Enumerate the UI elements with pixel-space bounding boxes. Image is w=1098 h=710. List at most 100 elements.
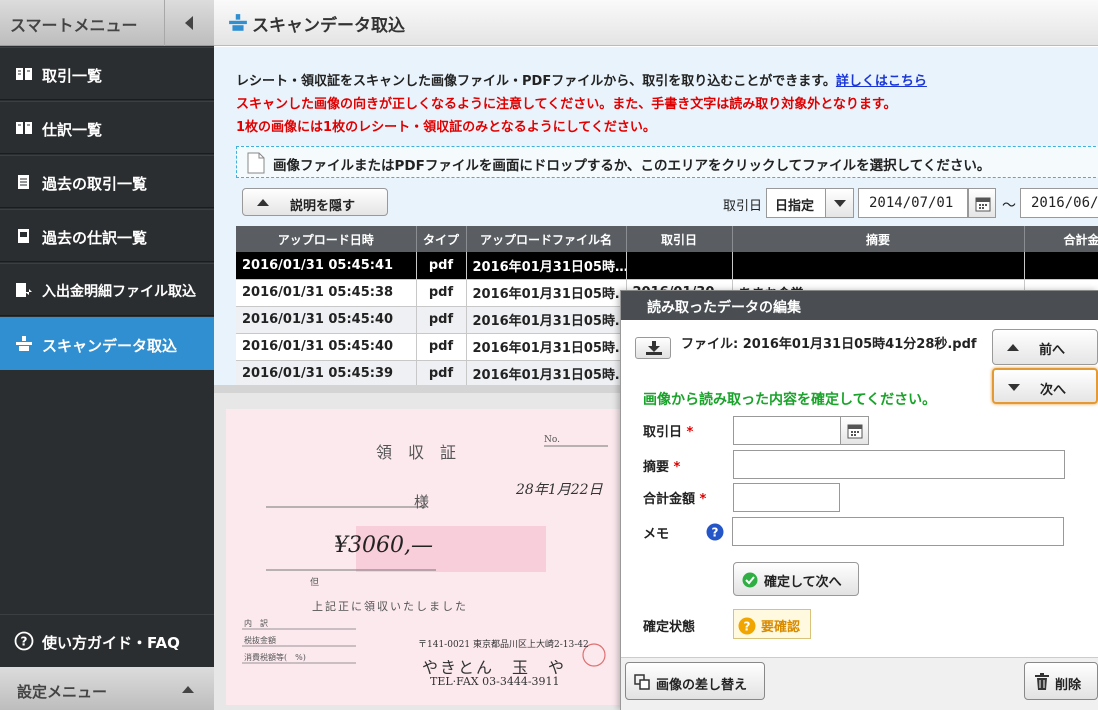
sidebar-item-transactions[interactable]: 取引一覧 [0,47,214,100]
file-icon [247,152,265,174]
download-button[interactable] [635,337,671,359]
date-from-calendar-button[interactable] [968,188,996,218]
table-header-row: アップロード日時 タイプ アップロードファイル名 取引日 摘要 合計金額 [236,226,1098,252]
chevron-up-icon [257,199,269,206]
replace-image-label: 画像の差し替え [656,678,748,693]
transaction-date-input[interactable] [733,416,841,445]
scanner-icon [16,336,32,351]
svg-text:?: ? [744,620,751,634]
edit-panel-header: 読み取ったデータの編集 [621,291,1098,320]
page-header: スキャンデータ取込 [214,0,1098,46]
receipt-image: 領 収 証 No. 様 28年1月22日 ¥3060,— 但 上記正に領収いたし… [226,409,620,705]
sidebar-guide-link[interactable]: ? 使い方ガイド・FAQ [0,614,214,667]
sidebar-header: スマートメニュー [0,0,214,46]
question-circle-icon: ? [738,617,756,635]
date-mode-value: 日指定 [775,199,815,214]
column-header[interactable]: アップロードファイル名 [466,226,627,252]
column-header[interactable]: 摘要 [732,226,1025,252]
memo-input[interactable] [732,517,1064,546]
column-header[interactable]: 取引日 [626,226,733,252]
edit-panel: 読み取ったデータの編集 ファイル: 2016年01月31日05時41分28秒.p… [620,290,1098,710]
field-label-total: 合計金額 * [643,488,706,507]
status-value: 要確認 [761,620,801,635]
check-circle-icon [742,572,758,588]
chevron-down-icon [1008,384,1020,391]
book-icon [16,68,32,80]
edit-panel-title: 読み取ったデータの編集 [647,300,801,316]
sidebar: スマートメニュー 取引一覧 仕訳一覧 過去の取引一覧 過去の仕訳一覧 入出金明細… [0,0,214,710]
table-cell: pdf [416,333,467,361]
sidebar-item-label: 過去の取引一覧 [42,175,148,193]
date-from-input[interactable]: 2014/07/01 [858,188,968,218]
sidebar-collapse-button[interactable] [164,0,214,46]
chevron-left-icon [185,16,193,30]
confirm-next-button[interactable]: 確定して次へ [733,562,859,596]
column-header[interactable]: タイプ [416,226,467,252]
field-label-memo: メモ [643,527,670,542]
file-name-label: ファイル: 2016年01月31日05時41分28秒.pdf [681,337,977,352]
download-icon [646,341,662,355]
settings-menu-label: 設定メニュー [17,683,108,701]
receipt-proviso: 但 [310,578,320,588]
required-mark: * [686,425,694,440]
receipt-received-text: 上記正に領収いたしました [312,600,468,613]
summary-input[interactable] [733,450,1065,479]
receipt-tax: 消費税額等( %) [244,653,306,662]
scanner-icon [229,14,247,31]
page-title: スキャンデータ取込 [252,16,405,36]
dropzone-text: 画像ファイルまたはPDFファイルを画面にドロップするか、このエリアをクリックして… [273,158,991,174]
date-to-input[interactable]: 2016/06/ [1020,188,1098,218]
svg-text:?: ? [21,635,28,649]
help-circle-icon: ? [14,631,34,651]
details-link[interactable]: 詳しくはこちら [836,74,927,89]
field-label-text: 合計金額 [643,492,696,507]
document-icon [18,229,29,243]
receipt-recipient: 様 [414,493,430,511]
sidebar-item-label: スキャンデータ取込 [42,337,178,355]
receipt-date: 28年1月22日 [516,482,603,498]
table-cell: 2016/01/31 05:45:38 [236,279,417,307]
receipt-tel: TEL·FAX 03-3444-3911 [430,675,560,688]
table-cell [1024,252,1098,280]
replace-image-button[interactable]: 画像の差し替え [625,662,765,700]
image-viewer: 領 収 証 No. 様 28年1月22日 ¥3060,— 但 上記正に領収いたし… [214,385,620,710]
replace-image-icon [634,674,650,690]
table-cell: 2016年01月31日05時… [466,306,627,334]
delete-button[interactable]: 削除 [1024,662,1098,700]
field-label-date: 取引日 * [643,421,693,440]
confirm-message: 画像から読み取った内容を確定してください。 [643,392,937,408]
help-icon[interactable]: ? [706,523,724,541]
file-dropzone[interactable]: 画像ファイルまたはPDFファイルを画面にドロップするか、このエリアをクリックして… [236,146,1098,178]
sidebar-item-bank-import[interactable]: 入出金明細ファイル取込 [0,263,214,316]
table-cell [732,252,1025,280]
sidebar-item-past-journals[interactable]: 過去の仕訳一覧 [0,209,214,262]
column-header[interactable]: アップロード日時 [236,226,417,252]
confirm-next-label: 確定して次へ [764,575,842,590]
sidebar-item-journals[interactable]: 仕訳一覧 [0,101,214,154]
settings-menu-toggle[interactable]: 設定メニュー [0,667,214,710]
transaction-date-calendar-button[interactable] [840,416,869,445]
date-mode-select[interactable]: 日指定 [766,188,854,218]
sidebar-item-past-transactions[interactable]: 過去の取引一覧 [0,155,214,208]
receipt-pretax: 税抜金額 [244,636,276,645]
column-header[interactable]: 合計金額 [1024,226,1098,252]
required-mark: * [699,492,707,507]
hide-description-label: 説明を隠す [290,199,356,214]
field-label-text: 摘要 [643,460,670,475]
sidebar-title: スマートメニュー [10,16,138,35]
description-line-1: レシート・領収証をスキャンした画像ファイル・PDFファイルから、取引を取り込むこ… [236,70,927,89]
sidebar-item-label: 仕訳一覧 [42,121,103,139]
sidebar-guide-label: 使い方ガイド・FAQ [42,634,180,652]
status-badge: ? 要確認 [733,609,811,639]
next-button[interactable]: 次へ [992,368,1098,404]
description-line-3: 1枚の画像には1枚のレシート・領収証のみとなるようにしてください。 [236,120,656,135]
table-cell: 2016年01月31日05時… [466,279,627,307]
calendar-icon [847,424,863,439]
total-amount-input[interactable] [733,483,840,512]
table-row[interactable]: 2016/01/31 05:45:41 pdf 2016年01月31日05時… [236,252,1098,280]
dropdown-arrow[interactable] [825,189,853,217]
chevron-up-icon [1007,344,1019,351]
hide-description-button[interactable]: 説明を隠す [242,188,388,216]
prev-button[interactable]: 前へ [992,329,1098,365]
sidebar-item-scan-import[interactable]: スキャンデータ取込 [0,317,214,370]
